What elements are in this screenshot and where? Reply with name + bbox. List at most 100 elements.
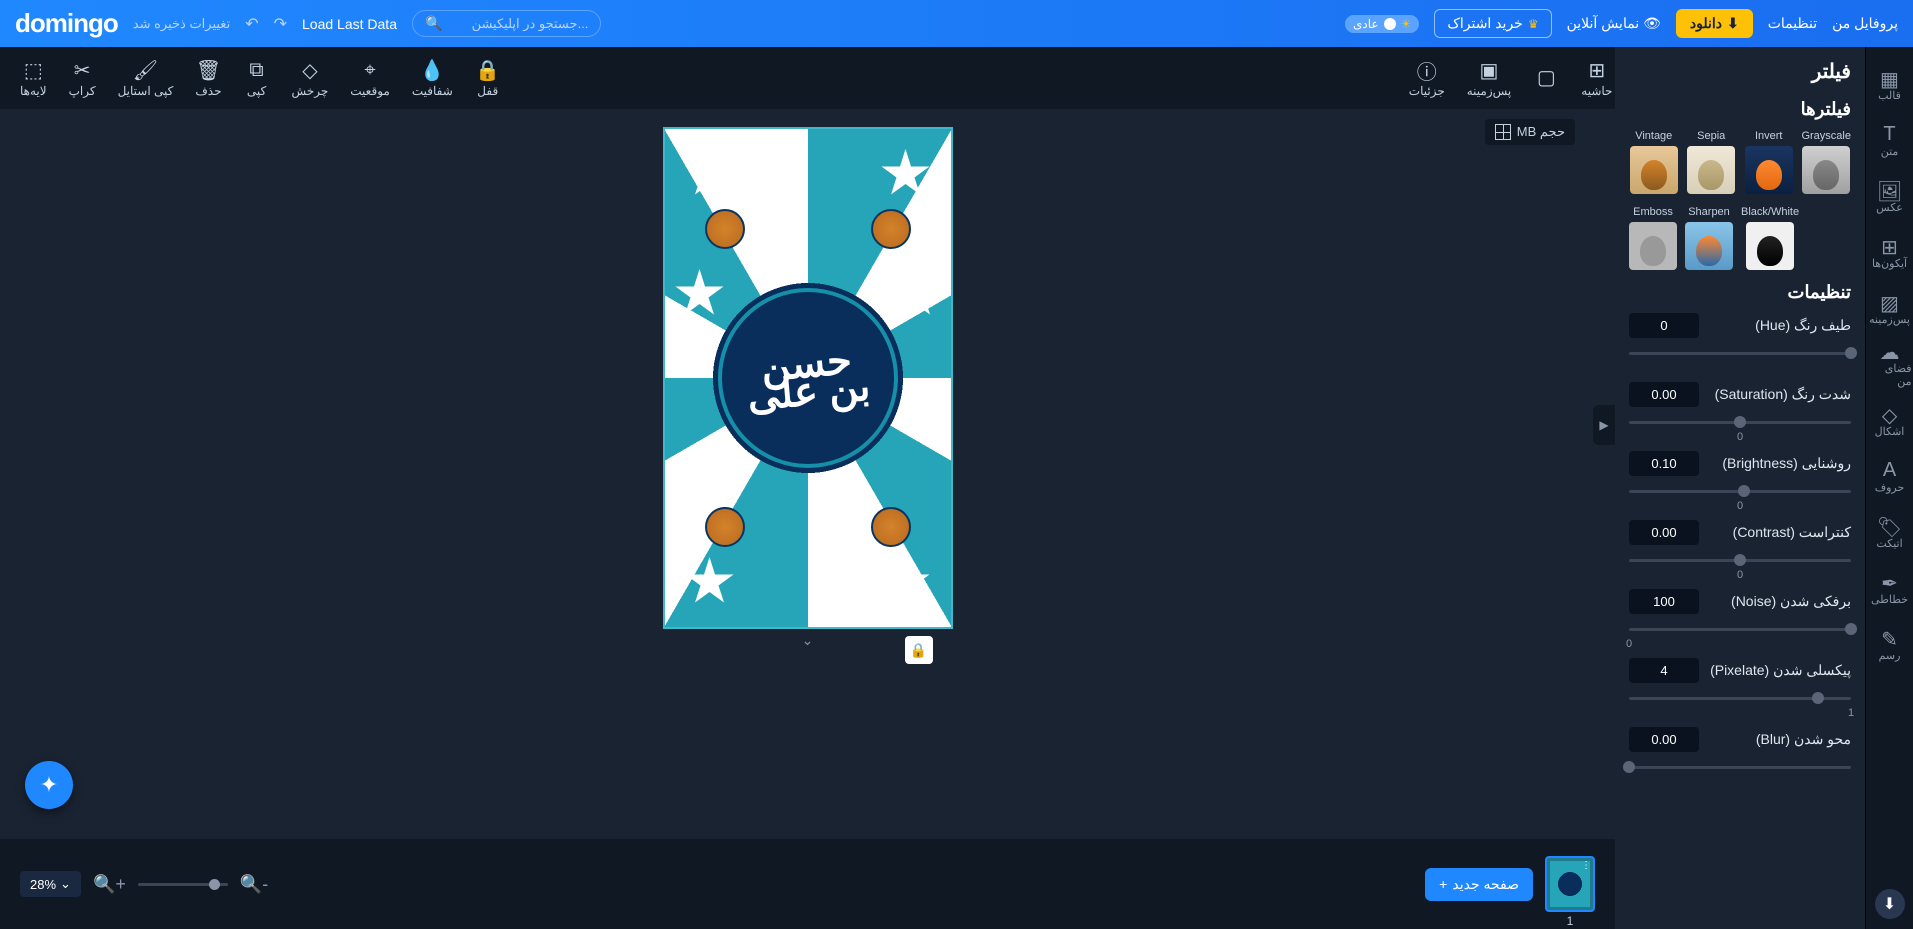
tool-icon: ▢ [1537,65,1556,89]
tool-قفل[interactable]: 🔒قفل [465,53,511,103]
tool-blank[interactable]: ▢ [1523,53,1569,103]
tool-کپی استایل[interactable]: 🖌 کپی استایل [108,53,184,103]
profile-link[interactable]: پروفایل من [1832,15,1898,32]
rail-حروف[interactable]: Aحروف [1868,449,1912,503]
rail-متن[interactable]: Tمتن [1868,113,1912,167]
tool-icon: ⌖ [364,58,375,82]
new-page-button[interactable]: +صفحه جدید [1425,868,1533,901]
undo-icon[interactable]: ↶ [245,14,258,34]
slider[interactable]: 0 [1629,482,1851,502]
setting-input[interactable] [1629,589,1699,614]
rail-پس‌زمینه[interactable]: ▨پس‌زمینه [1868,281,1912,335]
rail-icon: ⊞ [1881,235,1898,257]
redo-icon[interactable]: ↷ [274,14,287,34]
setting-label: کنتراست (Contrast) [1733,524,1851,541]
theme-toggle[interactable]: ☀عادی [1345,15,1419,33]
tool-label: حذف [195,84,221,98]
slider[interactable]: 0 [1629,551,1851,571]
rail-اتیکت[interactable]: 🏷اتیکت [1868,505,1912,559]
setting-row: برفکی شدن (Noise) 0 [1629,589,1851,640]
tool-label: کپی استایل [118,84,174,98]
settings-link[interactable]: تنظیمات [1768,15,1817,32]
rail-آیکون‌ها[interactable]: ⊞آیکون‌ها [1868,225,1912,279]
slider[interactable] [1629,758,1851,778]
rail-label: رسم [1879,649,1901,662]
rail-فضای من[interactable]: ☁فضای من [1868,337,1912,391]
page-thumbnail[interactable]: ⋮ 1 [1545,856,1595,912]
search-input[interactable] [448,16,588,31]
topbar: domingo تغییرات ذخیره شد ↶ ↷ Load Last D… [0,0,1913,47]
slider[interactable]: 1 [1629,689,1851,709]
wand-icon: ✦ [40,772,58,798]
slider[interactable]: 0 [1629,620,1851,640]
tool-موقعیت[interactable]: ⌖ موقعیت [340,53,400,103]
tool-پس‌زمینه[interactable]: ▣پس‌زمینه [1457,53,1522,103]
tool-چرخش[interactable]: ◇چرخش [282,53,339,103]
canvas-area[interactable]: حجم MB حسنبن علی 🔒 ⌄ [0,109,1615,839]
rail-icon: ✒ [1881,571,1898,593]
tool-label: قفل [477,84,498,98]
filter-black/white[interactable]: Black/White [1741,206,1799,270]
setting-input[interactable] [1629,658,1699,683]
logo: domingo [15,8,118,39]
tool-لایه‌ها[interactable]: ⬚لایه‌ها [10,53,57,103]
filter-invert[interactable]: Invert [1744,130,1793,194]
tool-کپی[interactable]: ⧉کپی [234,53,280,103]
rail-label: خطاطی [1871,593,1908,606]
filter-name: Emboss [1633,206,1673,218]
tool-label: کراپ [69,84,96,98]
slider[interactable]: 0 [1629,413,1851,433]
slider[interactable] [1629,344,1851,364]
tool-icon: 💧 [420,58,445,82]
panel-title: فیلتر [1629,59,1851,84]
filter-sepia[interactable]: Sepia [1686,130,1735,194]
preview-link[interactable]: 👁 نمایش آنلاین [1567,15,1661,32]
rail-رسم[interactable]: ✎رسم [1868,617,1912,671]
rail-label: حروف [1875,481,1905,494]
rail-download-icon[interactable]: ⬇ [1875,889,1905,919]
lock-icon[interactable]: 🔒 [905,636,933,664]
panel-collapse-button[interactable]: ▶ [1593,405,1615,445]
buy-subscription-button[interactable]: ♛خرید اشتراک [1434,9,1551,38]
tool-حذف[interactable]: 🗑حذف [185,53,231,103]
tool-icon: 🖌 [133,58,158,82]
filter-name: Sepia [1697,130,1725,142]
rail-قالب[interactable]: ▦قالب [1868,57,1912,111]
tool-label: موقعیت [350,84,390,98]
download-button[interactable]: ⬇دانلود [1676,9,1753,38]
setting-input[interactable] [1629,382,1699,407]
rail-خطاطی[interactable]: ✒خطاطی [1868,561,1912,615]
magic-fab-button[interactable]: ✦ [25,761,73,809]
filter-sharpen[interactable]: Sharpen [1685,206,1733,270]
search-box[interactable]: 🔍 [412,10,601,37]
setting-input[interactable] [1629,313,1699,338]
expand-down-icon[interactable]: ⌄ [802,632,814,649]
page-menu-icon[interactable]: ⋮ [1581,860,1591,871]
rail-icon: ▨ [1880,291,1899,313]
load-last-data-button[interactable]: Load Last Data [302,16,397,32]
sun-icon: ☀ [1401,17,1412,31]
setting-label: روشنایی (Brightness) [1722,455,1851,472]
artboard[interactable]: حسنبن علی [663,127,953,629]
tool-جزئیات[interactable]: ⓘجزئیات [1399,53,1455,103]
zoom-value[interactable]: 28% ⌄ [20,871,81,897]
size-badge[interactable]: حجم MB [1485,119,1575,145]
tool-کراپ[interactable]: ✂کراپ [59,53,106,103]
setting-label: برفکی شدن (Noise) [1731,593,1851,610]
setting-label: شدت رنگ (Saturation) [1715,386,1851,403]
filter-grayscale[interactable]: Grayscale [1801,130,1851,194]
tool-icon: ◇ [302,58,317,82]
zoom-slider[interactable] [138,883,228,886]
zoom-in-icon[interactable]: 🔍+ [93,874,126,895]
setting-input[interactable] [1629,520,1699,545]
zoom-out-icon[interactable]: 🔍- [240,874,268,895]
rail-label: فضای من [1868,362,1912,388]
filter-vintage[interactable]: Vintage [1629,130,1678,194]
filter-emboss[interactable]: Emboss [1629,206,1677,270]
rail-اشکال[interactable]: ◇اشکال [1868,393,1912,447]
rail-عکس[interactable]: 🖼عکس [1868,169,1912,223]
rail-icon: 🖼 [1877,179,1902,201]
setting-input[interactable] [1629,727,1699,752]
tool-شفافیت[interactable]: 💧شفافیت [402,53,463,103]
setting-input[interactable] [1629,451,1699,476]
